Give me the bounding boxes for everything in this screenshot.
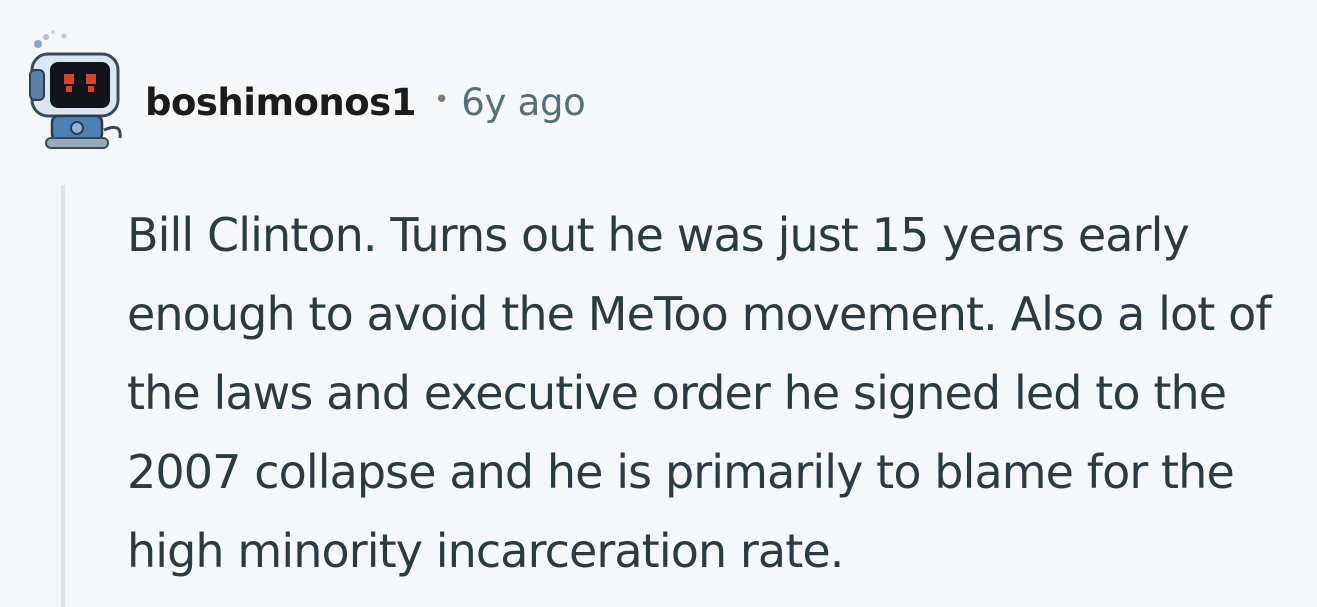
author-username[interactable]: boshimonos1	[145, 81, 416, 124]
thread-line[interactable]	[61, 185, 65, 607]
comment-header: boshimonos1 • 6y ago	[145, 74, 586, 130]
comment-body: Bill Clinton. Turns out he was just 15 y…	[127, 208, 1272, 578]
separator-dot: •	[433, 85, 450, 115]
comment-timestamp[interactable]: 6y ago	[461, 81, 586, 124]
comment: boshimonos1 • 6y ago Bill Clinton. Turns…	[0, 0, 1317, 607]
robot-avatar-icon[interactable]	[22, 26, 134, 152]
